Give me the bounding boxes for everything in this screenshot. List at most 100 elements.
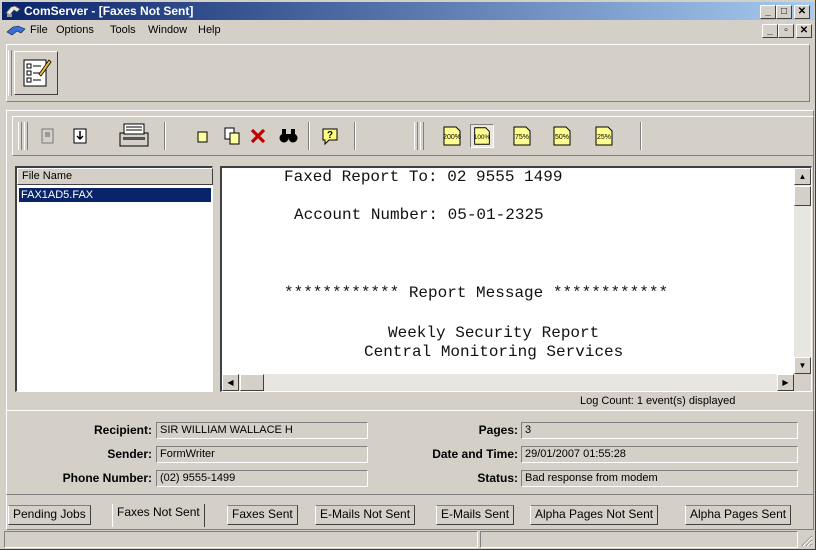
preview-line: Weekly Security Report — [388, 324, 600, 342]
window-title: ComServer - [Faxes Not Sent] — [24, 4, 194, 18]
svg-text:50%: 50% — [555, 134, 569, 141]
document-system-icon[interactable] — [6, 24, 26, 37]
toolbar-separator — [164, 122, 166, 150]
svg-text:200%: 200% — [443, 134, 461, 141]
maximize-button[interactable]: □ — [776, 5, 792, 19]
scroll-up-button[interactable]: ▲ — [794, 168, 811, 185]
toolbar-separator — [640, 122, 642, 150]
zoom-50-button[interactable]: 50% — [550, 124, 574, 148]
menu-file[interactable]: File — [30, 24, 48, 36]
arrow-left-icon: ◀ — [227, 378, 234, 387]
copy-button[interactable] — [220, 124, 244, 148]
main-window: ComServer - [Faxes Not Sent] _ □ ✕ File … — [0, 0, 816, 550]
menu-tools[interactable]: Tools — [110, 24, 136, 36]
zoom-page-icon: 25% — [595, 126, 613, 146]
toolbar-grip[interactable] — [8, 50, 12, 96]
mdi-restore-button[interactable]: ▫ — [778, 24, 794, 38]
file-name-column-header[interactable]: File Name — [17, 168, 213, 185]
toolbar-grip-2[interactable] — [18, 122, 22, 150]
new-button[interactable] — [190, 124, 214, 148]
menu-window[interactable]: Window — [148, 24, 187, 36]
scroll-left-button[interactable]: ◀ — [222, 374, 239, 391]
zoom-100-button[interactable]: 100% — [470, 124, 494, 148]
app-phone-icon — [5, 5, 21, 17]
sender-field: FormWriter — [156, 446, 368, 463]
scroll-right-button[interactable]: ▶ — [777, 374, 794, 391]
arrow-up-icon: ▲ — [798, 172, 807, 181]
status-field: Bad response from modem — [521, 470, 798, 487]
maximize-icon: □ — [780, 6, 788, 17]
fax-machine-button[interactable] — [116, 121, 152, 149]
toolbar-separator — [308, 122, 310, 150]
minimize-button[interactable]: _ — [760, 5, 776, 19]
status-label: Status: — [477, 471, 518, 485]
recipient-field: SIR WILLIAM WALLACE H — [156, 422, 368, 439]
tab-faxes-sent[interactable]: Faxes Sent — [227, 505, 298, 525]
svg-text:75%: 75% — [515, 134, 529, 141]
arrow-right-icon: ▶ — [782, 378, 789, 387]
mdi-close-button[interactable]: ✕ — [796, 24, 812, 38]
import-icon — [73, 128, 87, 144]
svg-text:?: ? — [327, 130, 333, 141]
copy-icon — [224, 127, 240, 145]
vertical-scroll-thumb[interactable] — [794, 186, 811, 206]
delete-x-icon — [250, 128, 266, 144]
toolbar-grip-4[interactable] — [414, 122, 418, 150]
horizontal-scroll-thumb[interactable] — [240, 374, 264, 391]
tab-emails-sent[interactable]: E-Mails Sent — [436, 505, 515, 525]
preview-line: Account Number: 05-01-2325 — [294, 206, 544, 224]
main-toolbar — [6, 44, 810, 102]
find-button[interactable] — [276, 124, 300, 148]
toolbar-separator — [354, 122, 356, 150]
file-list-item[interactable]: FAX1AD5.FAX — [18, 187, 212, 203]
svg-text:25%: 25% — [597, 134, 611, 141]
sender-label: Sender: — [107, 447, 152, 461]
vertical-scrollbar[interactable]: ▲ ▼ — [794, 168, 811, 374]
toolbar-grip-5[interactable] — [420, 122, 424, 150]
zoom-page-icon: 75% — [513, 126, 531, 146]
tab-faxes-not-sent[interactable]: Faxes Not Sent — [112, 504, 205, 527]
file-list[interactable]: File Name FAX1AD5.FAX — [15, 166, 213, 392]
fax-preview[interactable]: Faxed Report To: 02 9555 1499 Account Nu… — [220, 166, 812, 392]
preview-line: Faxed Report To: 02 9555 1499 — [284, 168, 563, 186]
tab-alpha-pages-not-sent[interactable]: Alpha Pages Not Sent — [530, 505, 659, 525]
mdi-minimize-button[interactable]: _ — [762, 24, 778, 38]
status-bar-panel — [480, 531, 798, 548]
phone-number-label: Phone Number: — [62, 471, 152, 485]
help-question-icon: ? — [322, 128, 338, 146]
close-icon: ✕ — [797, 6, 807, 17]
binoculars-icon — [279, 129, 298, 143]
zoom-25-button[interactable]: 25% — [592, 124, 616, 148]
zoom-page-icon: 100% — [474, 127, 490, 145]
tab-alpha-pages-sent[interactable]: Alpha Pages Sent — [685, 505, 792, 525]
help-button[interactable]: ? — [318, 124, 342, 148]
menu-bar: File Options Tools Window Help _ ▫ ✕ — [2, 21, 814, 40]
title-bar[interactable]: ComServer - [Faxes Not Sent] _ □ ✕ — [2, 2, 814, 20]
horizontal-scrollbar[interactable]: ◀ ▶ — [222, 374, 794, 391]
recipient-label: Recipient: — [93, 423, 152, 437]
resize-grip-icon[interactable] — [800, 534, 813, 547]
date-time-label: Date and Time: — [432, 447, 518, 461]
new-page-icon — [197, 131, 208, 143]
toolbar-grip-3[interactable] — [24, 122, 28, 150]
pages-label: Pages: — [478, 423, 518, 437]
preview-line: ************ Report Message ************ — [284, 284, 669, 302]
minimize-icon: _ — [765, 6, 771, 17]
menu-help[interactable]: Help — [198, 24, 221, 36]
preview-line: Central Monitoring Services — [364, 343, 624, 361]
print-setup-button[interactable] — [36, 124, 60, 148]
zoom-page-icon: 50% — [553, 126, 571, 146]
tab-pending-jobs[interactable]: Pending Jobs — [8, 505, 91, 525]
zoom-200-button[interactable]: 200% — [440, 124, 464, 148]
delete-button[interactable] — [246, 124, 270, 148]
import-button[interactable] — [68, 124, 92, 148]
checklist-icon — [23, 59, 52, 87]
scroll-down-button[interactable]: ▼ — [794, 357, 811, 374]
close-button[interactable]: ✕ — [794, 5, 810, 19]
date-time-field: 29/01/2007 01:55:28 — [521, 446, 798, 463]
tab-emails-not-sent[interactable]: E-Mails Not Sent — [315, 505, 416, 525]
task-list-button[interactable] — [14, 51, 58, 95]
zoom-75-button[interactable]: 75% — [510, 124, 534, 148]
fax-machine-icon — [119, 123, 149, 147]
menu-options[interactable]: Options — [56, 24, 94, 36]
